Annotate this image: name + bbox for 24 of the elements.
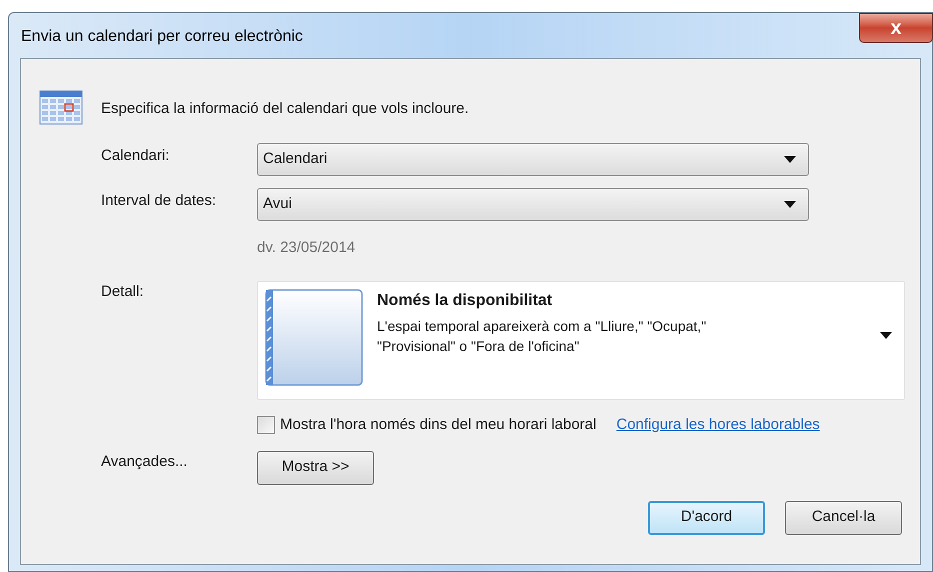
window-title: Envia un calendari per correu electrònic [21,27,303,47]
dropdown-caret-icon [784,200,796,208]
dialog-button[interactable]: D'acord [648,500,765,534]
dropdown-caret-icon [880,332,892,339]
detail-dropdown[interactable]: Només la disponibilitat L'espai temporal apareixerà com a "Lliure," "Ocupat," "Provisional" o "Fora de l'oficina" [257,281,905,400]
checkbox-label: Mostra l'hora només dins del meu horari laboral [280,415,596,435]
instruction-text: Especifica la informació del calendari que vols incloure. [101,99,470,119]
dropdown-field[interactable]: Calendari [257,142,809,176]
close-button[interactable]: x [859,13,933,43]
field-label: Calendari: [101,146,170,166]
detail-description: L'espai temporal apareixerà com a "Lliure," "Ocupat," "Provisional" o "Fora de l'oficina" [377,317,708,356]
dropdown-caret-icon [784,156,796,162]
checkbox[interactable] [257,416,275,434]
date-text: dv. 23/05/2014 [257,238,356,258]
dropdown-field[interactable]: Avui [257,188,809,220]
field-label: Detall: [101,282,145,302]
field-label: Interval de dates: [101,190,218,210]
show-button[interactable]: Mostra >> [257,450,374,484]
dialog-button[interactable]: Cancel·la [785,500,902,534]
detail-title: Només la disponibilitat [377,291,554,311]
free-busy-icon [265,289,363,386]
advanced-label: Avançades... [101,452,188,472]
calendar-icon [39,89,83,125]
working-hours-link[interactable]: Configura les hores laborables [616,414,820,436]
